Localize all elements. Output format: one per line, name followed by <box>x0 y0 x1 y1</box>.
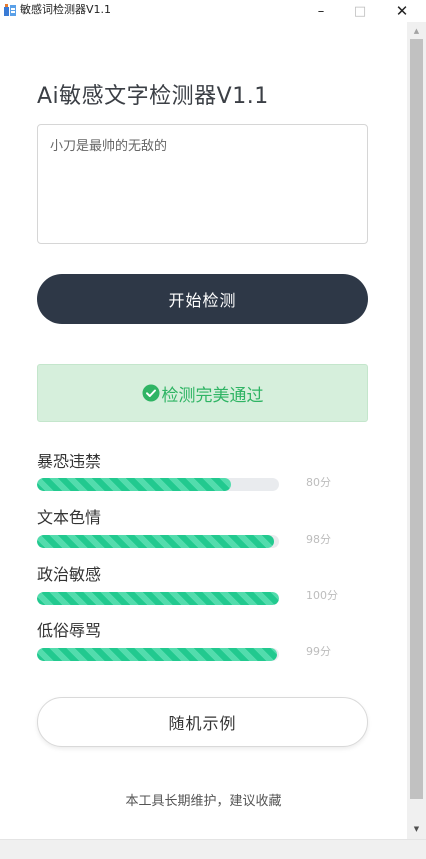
result-text: 检测完美通过 <box>161 385 264 406</box>
start-detect-button[interactable]: 开始检测 <box>37 274 368 324</box>
check-circle-icon <box>142 384 159 402</box>
window-title: 敏感词检测器V1.1 <box>20 3 112 16</box>
category-label: 文本色情 <box>37 508 102 527</box>
vertical-scrollbar[interactable]: ▲ ▼ <box>407 22 426 839</box>
category-label: 低俗辱骂 <box>37 621 102 640</box>
progress-fill <box>37 535 275 548</box>
progress-bar <box>37 648 279 661</box>
score-text: 80分 <box>306 476 331 489</box>
result-banner: 检测完美通过 <box>37 364 368 422</box>
score-text: 99分 <box>306 645 331 658</box>
random-example-button[interactable]: 随机示例 <box>37 697 368 747</box>
score-text: 98分 <box>306 533 331 546</box>
progress-bar <box>37 478 279 491</box>
text-input[interactable]: 小刀是最帅的无敌的 <box>37 124 368 244</box>
footer-note: 本工具长期维护，建议收藏 <box>125 794 282 809</box>
bottom-strip <box>0 839 426 859</box>
category-label: 暴恐违禁 <box>37 452 102 471</box>
progress-fill <box>37 478 231 491</box>
arrow-up-icon[interactable]: ▲ <box>407 22 426 39</box>
title-bar: 敏感词检测器V1.1 – □ ✕ <box>0 0 426 22</box>
progress-bar <box>37 592 279 605</box>
scroll-thumb[interactable] <box>410 39 423 799</box>
app-icon <box>4 4 16 16</box>
page-title: Ai敏感文字检测器V1.1 <box>37 84 269 109</box>
score-text: 100分 <box>306 589 338 602</box>
close-button[interactable]: ✕ <box>383 0 421 22</box>
progress-fill <box>37 648 277 661</box>
category-label: 政治敏感 <box>37 565 102 584</box>
progress-bar <box>37 535 279 548</box>
arrow-down-icon[interactable]: ▼ <box>407 820 426 837</box>
minimize-button[interactable]: – <box>302 0 340 22</box>
progress-fill <box>37 592 279 605</box>
maximize-button[interactable]: □ <box>341 0 379 22</box>
